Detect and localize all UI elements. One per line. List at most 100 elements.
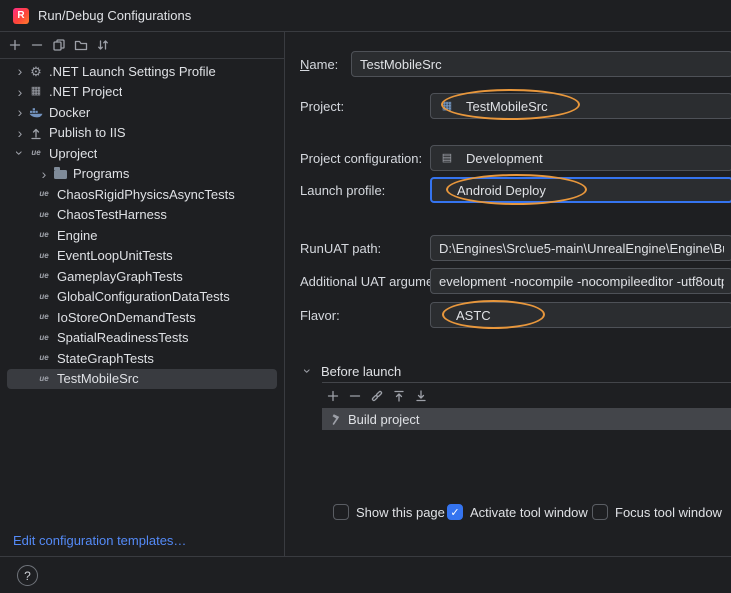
checkbox-activate-tool-window[interactable]: ✓ <box>447 504 463 520</box>
tree-item-chaostestharness[interactable]: ue ChaosTestHarness <box>0 205 283 226</box>
tree-item-gameplaygraphtests[interactable]: ue GameplayGraphTests <box>0 266 283 287</box>
edit-configuration-templates-link[interactable]: Edit configuration templates… <box>13 533 186 548</box>
tree-item-label: .NET Launch Settings Profile <box>49 63 216 79</box>
tree-item-uproject[interactable]: › ue Uproject <box>0 143 283 164</box>
sort-icon <box>95 37 111 53</box>
tree-item-eventloopunittests[interactable]: ue EventLoopUnitTests <box>0 246 283 267</box>
launch-profile-row: Launch profile: Android Deploy <box>300 177 731 203</box>
ue-icon: ue <box>39 312 49 322</box>
launch-profile-label: Launch profile: <box>300 182 386 198</box>
project-configuration-combo[interactable]: ▤ Development <box>430 145 731 171</box>
config-tree: › ⚙ .NET Launch Settings Profile › ▦ .NET Pro… <box>0 61 283 389</box>
tree-item-chaosrigidphysicsasynctests[interactable]: ue ChaosRigidPhysicsAsyncTests <box>0 184 283 205</box>
launch-profile-combo[interactable]: Android Deploy <box>430 177 731 203</box>
tree-item-programs[interactable]: › Programs <box>0 164 283 185</box>
tree-item-label: SpatialReadinessTests <box>57 330 189 346</box>
before-launch-header[interactable]: › Before launch <box>300 363 401 379</box>
copy-icon <box>51 37 67 53</box>
name-input[interactable] <box>351 51 731 77</box>
run-debug-configurations-dialog: R Run/Debug Configurations › ⚙ .NET Launch… <box>0 0 731 593</box>
chevron-right-icon[interactable]: › <box>12 64 28 78</box>
project-configuration-value: Development <box>466 150 543 166</box>
flavor-value: ASTC <box>456 307 491 323</box>
sort-button[interactable] <box>94 34 116 56</box>
tree-item-docker[interactable]: › Docker <box>0 102 283 123</box>
runuat-path-row: RunUAT path: <box>300 235 731 261</box>
tree-item-testmobilesrc[interactable]: ue TestMobileSrc <box>7 368 277 389</box>
ue-icon: ue <box>39 332 49 342</box>
before-launch-item-build-project[interactable]: Build project <box>322 408 731 430</box>
tree-item-globalconfigurationdatatests[interactable]: ue GlobalConfigurationDataTests <box>0 287 283 308</box>
publish-iis-icon <box>28 125 44 141</box>
project-value: TestMobileSrc <box>466 98 548 114</box>
flavor-label: Flavor: <box>300 307 340 323</box>
move-down-button[interactable] <box>412 385 434 407</box>
link-button[interactable] <box>368 385 390 407</box>
chevron-right-icon[interactable]: › <box>12 85 28 99</box>
uat-arguments-input[interactable] <box>430 268 731 294</box>
tree-item-label: Programs <box>73 166 130 182</box>
remove-button[interactable] <box>28 34 50 56</box>
add-icon <box>325 388 341 404</box>
ue-icon: ue <box>39 353 49 363</box>
uat-arguments-row: Additional UAT arguments: <box>300 268 731 294</box>
tree-item-iostoreondemandtests[interactable]: ue IoStoreOnDemandTests <box>0 307 283 328</box>
runuat-path-input[interactable] <box>430 235 731 261</box>
project-label: Project: <box>300 98 345 114</box>
project-icon: ▦ <box>441 99 453 112</box>
tree-item-label: StateGraphTests <box>57 350 154 366</box>
move-up-button[interactable] <box>390 385 412 407</box>
checkbox-focus-tool-window[interactable] <box>592 504 608 520</box>
tree-item-label: GameplayGraphTests <box>57 268 183 284</box>
option-focus-tool-window: Focus tool window <box>592 503 722 521</box>
tree-item-net-project[interactable]: › ▦ .NET Project <box>0 82 283 103</box>
new-folder-button[interactable] <box>72 34 94 56</box>
rider-logo-icon: R <box>13 7 29 24</box>
tree-item-net-launch-settings-profile[interactable]: › ⚙ .NET Launch Settings Profile <box>0 61 283 82</box>
move-up-icon <box>391 388 407 404</box>
tree-item-label: EventLoopUnitTests <box>57 248 173 264</box>
configuration-form: Name: Project: ▦ TestMobileSrc Project c… <box>286 32 731 556</box>
chevron-down-icon[interactable]: › <box>12 145 28 161</box>
name-label: Name: <box>300 56 339 72</box>
chevron-right-icon[interactable]: › <box>36 167 52 181</box>
project-combo[interactable]: ▦ TestMobileSrc <box>430 93 731 119</box>
ue-icon: ue <box>39 271 49 281</box>
flavor-row: Flavor: ASTC <box>300 302 731 328</box>
copy-button[interactable] <box>50 34 72 56</box>
remove-icon <box>29 37 45 53</box>
ue-icon: ue <box>39 209 49 219</box>
chevron-right-icon[interactable]: › <box>12 126 28 140</box>
add-button[interactable] <box>6 34 28 56</box>
dialog-footer: ? <box>0 556 731 593</box>
chevron-right-icon[interactable]: › <box>12 105 28 119</box>
remove-icon <box>347 388 363 404</box>
ue-icon: ue <box>39 189 49 199</box>
tree-item-stategraphtests[interactable]: ue StateGraphTests <box>0 348 283 369</box>
hammer-icon <box>328 411 344 427</box>
project-configuration-label: Project configuration: <box>300 150 423 166</box>
tree-item-engine[interactable]: ue Engine <box>0 225 283 246</box>
option-label: Focus tool window <box>615 504 722 520</box>
ue-icon: ue <box>39 250 49 260</box>
flavor-combo[interactable]: ASTC <box>430 302 731 328</box>
dialog-titlebar: R Run/Debug Configurations <box>0 0 731 32</box>
chevron-down-icon[interactable]: › <box>300 363 316 379</box>
new-folder-icon <box>73 37 89 53</box>
dotnet-launch-icon: ⚙ <box>30 63 42 79</box>
checkbox-show-this-page[interactable] <box>333 504 349 520</box>
add-icon <box>7 37 23 53</box>
option-show-this-page: Show this page <box>333 503 445 521</box>
launch-profile-value: Android Deploy <box>457 182 546 198</box>
tree-item-label: Engine <box>57 227 98 243</box>
add-button[interactable] <box>324 385 346 407</box>
tree-item-label: Publish to IIS <box>49 125 126 141</box>
before-launch-list: Build project <box>322 408 731 430</box>
configurations-sidebar: › ⚙ .NET Launch Settings Profile › ▦ .NET Pro… <box>0 32 285 556</box>
help-button[interactable]: ? <box>17 565 38 586</box>
before-launch-item-label: Build project <box>348 411 420 427</box>
tree-item-spatialreadinesstests[interactable]: ue SpatialReadinessTests <box>0 328 283 349</box>
runuat-path-label: RunUAT path: <box>300 240 382 256</box>
tree-item-publish-to-iis[interactable]: › Publish to IIS <box>0 123 283 144</box>
remove-button[interactable] <box>346 385 368 407</box>
